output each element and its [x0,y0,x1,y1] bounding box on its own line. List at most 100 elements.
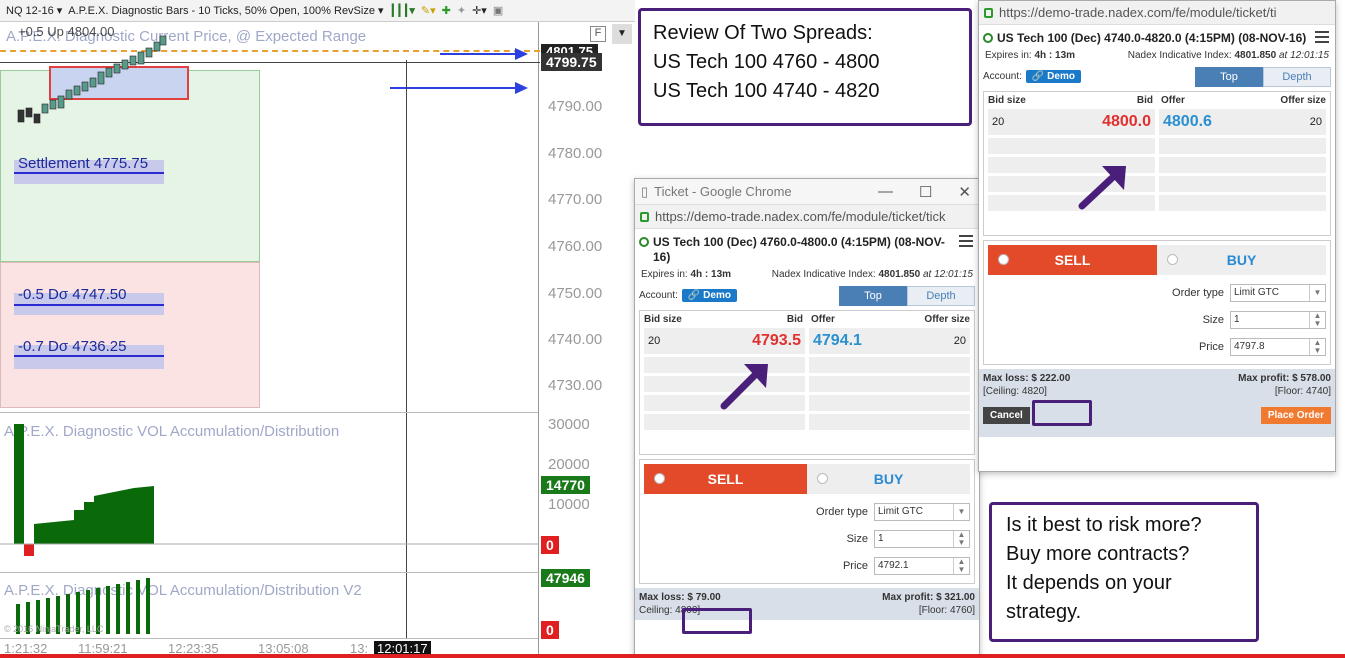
maximize-button[interactable]: ☐ [919,183,932,201]
price-row: Price 4792.1 ▲ ▼ [640,552,974,579]
candle [137,51,145,65]
vol-tick: 10000 [548,496,590,513]
pencil-icon[interactable]: ✎▾ [421,4,436,17]
level-2-label: -0.7 Dσ 4736.25 [18,338,127,355]
hamburger-menu-icon[interactable] [1315,31,1329,46]
lock-icon [984,7,993,18]
level-1-label: -0.5 Dσ 4747.50 [18,286,127,303]
callout-line: Review Of Two Spreads: [653,22,873,44]
vol2-value-badge: 47946 [541,569,590,587]
close-button[interactable]: ✕ [958,183,971,201]
order-type-select[interactable]: Limit GTC ▼ [1230,283,1326,302]
book-row-empty [984,157,1330,173]
book-row-empty [984,195,1330,211]
stepper-icon[interactable]: ▲ ▼ [1309,338,1325,355]
chevron-down-icon: ▾ [56,5,63,17]
book-row-empty [640,414,974,430]
level-1-line [14,304,164,306]
candle [41,103,49,114]
corner-button[interactable]: F [590,26,606,42]
callout-line: Buy more contracts? [1006,543,1190,565]
video-progress-fill [0,654,1345,658]
copyright-text: © 2016 NinjaTrader, LLC [4,624,104,634]
image-icon[interactable]: ▣ [493,4,503,17]
candle [105,67,113,78]
sell-button[interactable]: SELL [988,245,1157,275]
price-input[interactable]: 4792.1 ▲ ▼ [874,556,970,575]
tab-depth[interactable]: Depth [1263,67,1331,87]
stepper-icon[interactable]: ▲ ▼ [953,530,969,547]
radio-icon [817,473,828,484]
candle [89,77,97,88]
book-row[interactable]: 20 4793.5 4794.1 20 [640,328,974,354]
place-order-button[interactable]: Place Order [1260,407,1331,424]
document-icon: ▯ [641,183,649,199]
book-row[interactable]: 20 4800.0 4800.6 20 [984,109,1330,135]
tab-depth[interactable]: Depth [907,286,975,306]
dropdown-icon[interactable]: ▼ [612,24,632,44]
offer-price[interactable]: 4800.6 [1163,113,1212,131]
tab-top[interactable]: Top [839,286,907,306]
account-badge[interactable]: 🔗 Demo [1025,69,1081,83]
vol2-bar [116,584,120,634]
lower-zone [0,262,260,408]
y-tick: 4730.00 [548,377,603,394]
bid-price[interactable]: 4800.0 [1102,113,1151,131]
bars-icon[interactable]: ┃┃┃▾ [390,4,415,17]
order-book: Bid size Bid Offer Offer size 20 4793.5 479… [639,310,975,455]
book-row-empty [984,176,1330,192]
buy-button[interactable]: BUY [1157,245,1326,275]
window-titlebar[interactable]: ▯ Ticket - Google Chrome — ☐ ✕ [635,179,979,205]
hamburger-menu-icon[interactable] [959,235,973,250]
vol-value-badge: 14770 [541,476,590,494]
market-status-icon [983,33,993,43]
price-input[interactable]: 4797.8 ▲ ▼ [1230,337,1326,356]
tab-top[interactable]: Top [1195,67,1263,87]
url-text[interactable]: https://demo-trade.nadex.com/fe/module/t… [999,5,1276,20]
chart-name[interactable]: A.P.E.X. Diagnostic Bars - 10 Ticks, 50%… [68,4,384,18]
wand-icon[interactable]: ✦ [457,4,466,17]
size-input[interactable]: 1 ▲ ▼ [1230,310,1326,329]
cancel-button[interactable]: Cancel [983,407,1030,424]
vol2-zero-badge: 0 [541,621,559,639]
url-text[interactable]: https://demo-trade.nadex.com/fe/module/t… [655,209,945,224]
callout-line: US Tech 100 4740 - 4820 [653,80,880,102]
market-info: Expires in: 4h : 13m Nadex Indicative In… [985,50,1329,61]
minimize-button[interactable]: — [878,183,893,201]
purple-arrow-icon [1078,166,1126,210]
pin-icon[interactable]: ✚ [442,4,451,17]
order-form: SELL BUY Order type Limit GTC ▼ Size 1 ▲ ▼ Pr… [983,240,1331,365]
address-bar[interactable]: https://demo-trade.nadex.com/fe/module/t… [635,205,979,229]
candle [145,47,153,58]
chevron-down-icon: ▾ [377,5,384,17]
candle [129,55,137,66]
order-book: Bid size Bid Offer Offer size 20 4800.0 480… [983,91,1331,236]
book-row-empty [640,357,974,373]
vol2-bar [146,578,150,634]
order-type-row: Order type Limit GTC ▼ [640,498,974,525]
crosshair-icon[interactable]: ✛▾ [472,4,487,17]
buy-button[interactable]: BUY [807,464,970,494]
stepper-icon[interactable]: ▲ ▼ [953,557,969,574]
y-tick: 4780.00 [548,145,603,162]
order-type-select[interactable]: Limit GTC ▼ [874,502,970,521]
candle [159,35,167,46]
sell-button[interactable]: SELL [644,464,807,494]
vol-tick: 20000 [548,456,590,473]
lock-icon [640,211,649,222]
chevron-down-icon: ▼ [1309,284,1325,301]
stepper-icon[interactable]: ▲ ▼ [1309,311,1325,328]
chart-window[interactable]: NQ 12-16 ▾ A.P.E.X. Diagnostic Bars - 10 … [0,0,635,658]
market-info: Expires in: 4h : 13m Nadex Indicative In… [641,269,973,280]
video-progress-bar[interactable] [0,654,1345,658]
ticket-window-left[interactable]: ▯ Ticket - Google Chrome — ☐ ✕ https://d… [634,178,980,658]
account-row: Account: 🔗 Demo Top Depth [635,284,979,306]
size-row: Size 1 ▲ ▼ [984,306,1330,333]
market-title: US Tech 100 (Dec) 4760.0-4800.0 (4:15PM)… [635,229,979,265]
bid-price[interactable]: 4793.5 [752,332,801,350]
size-input[interactable]: 1 ▲ ▼ [874,529,970,548]
address-bar[interactable]: https://demo-trade.nadex.com/fe/module/t… [979,1,1335,25]
offer-price[interactable]: 4794.1 [813,332,862,350]
instrument-selector[interactable]: NQ 12-16 ▾ [6,4,63,18]
account-badge[interactable]: 🔗 Demo [681,288,737,302]
